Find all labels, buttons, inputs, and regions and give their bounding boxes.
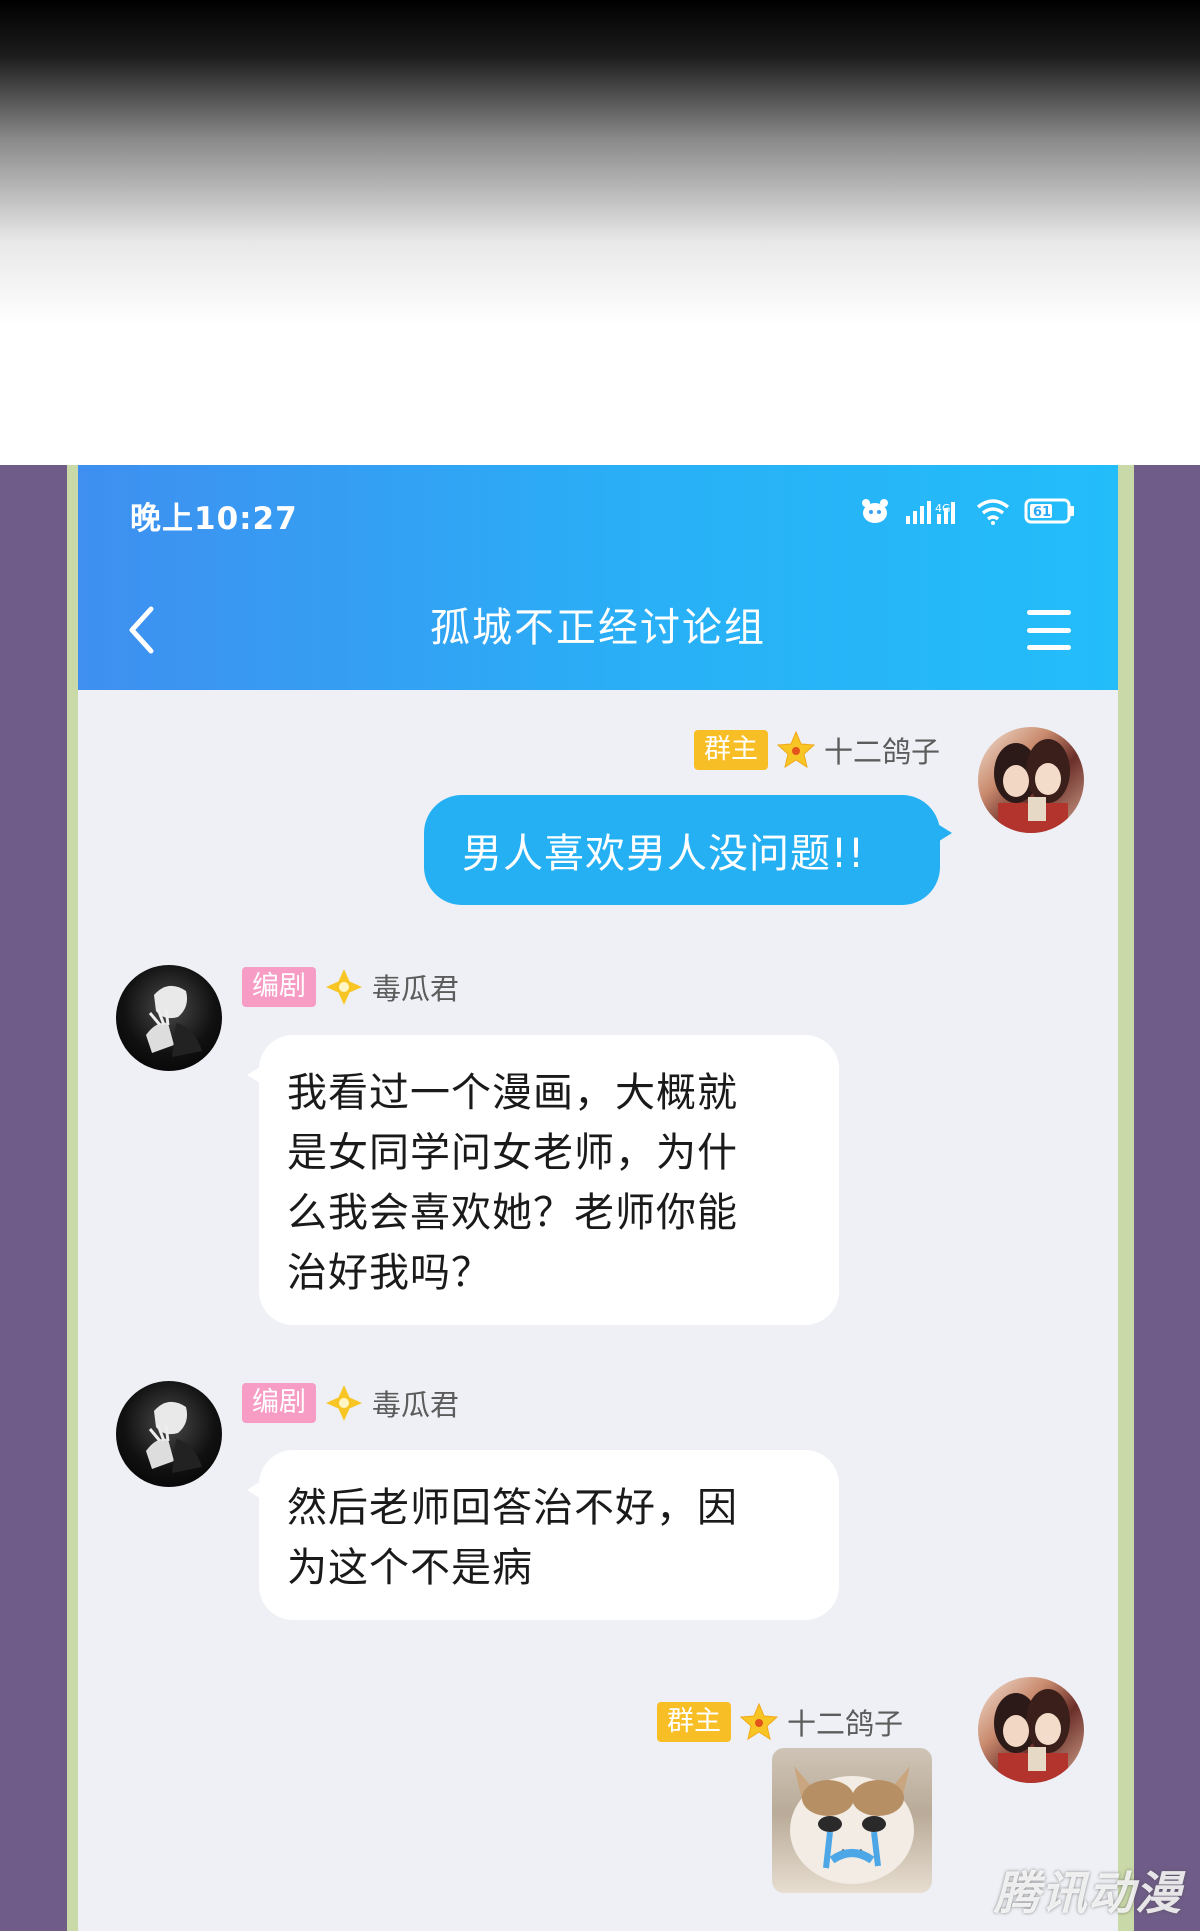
- star-rank-icon: [776, 730, 816, 770]
- diamond-rank-icon: [324, 1383, 364, 1423]
- message-line: 为这个不是病: [287, 1545, 533, 1591]
- sender-name: 十二鸽子: [786, 1707, 903, 1741]
- message-text: 男人喜欢男人没问题!!: [462, 831, 866, 877]
- battery-level: 61: [1033, 505, 1051, 520]
- battery-icon: 61: [1024, 497, 1076, 525]
- pet-icon: [860, 497, 890, 525]
- svg-text:4G: 4G: [935, 502, 951, 515]
- message-line: 然后老师回答治不好，因: [287, 1485, 738, 1531]
- group-owner-badge: 群主: [693, 730, 768, 770]
- message-bubble[interactable]: 男人喜欢男人没问题!!: [424, 795, 952, 905]
- message-line: 我看过一个漫画，大概就: [287, 1070, 738, 1116]
- chat-header: 晚上10:27 4G 61 孤城不正经讨论组: [78, 465, 1118, 690]
- sender-name-row: 编剧 毒瓜君: [242, 1381, 459, 1425]
- avatar[interactable]: [978, 727, 1084, 833]
- avatar[interactable]: [116, 965, 222, 1071]
- chat-title: 孤城不正经讨论组: [430, 605, 766, 651]
- message-line: 么我会喜欢她？老师你能: [287, 1190, 738, 1236]
- star-rank-icon: [739, 1702, 779, 1742]
- group-owner-badge: 群主: [656, 1702, 731, 1742]
- watermark-logo: 腾讯动漫: [994, 1866, 1182, 1920]
- message-line: 是女同学问女老师，为什: [287, 1130, 738, 1176]
- top-fade-overlay: [0, 0, 1200, 465]
- crying-cat-sticker[interactable]: [772, 1748, 932, 1893]
- message-bubble[interactable]: 我看过一个漫画，大概就 是女同学问女老师，为什 么我会喜欢她？老师你能 治好我吗…: [247, 1035, 839, 1325]
- sender-name: 毒瓜君: [372, 1388, 460, 1422]
- wifi-icon: [976, 497, 1010, 525]
- sender-name: 毒瓜君: [372, 972, 460, 1006]
- message-bubble[interactable]: 然后老师回答治不好，因 为这个不是病: [247, 1450, 839, 1620]
- phone-screen: 晚上10:27 4G 61 孤城不正经讨论组 群主 十二鸽子 男人喜欢男人没问题…: [78, 465, 1118, 1931]
- avatar[interactable]: [116, 1381, 222, 1487]
- status-icons: 4G 61: [860, 491, 1076, 531]
- avatar[interactable]: [978, 1677, 1084, 1783]
- writer-badge: 编剧: [242, 1383, 316, 1423]
- diamond-rank-icon: [324, 967, 364, 1007]
- sender-name-row: 群主 十二鸽子: [693, 728, 940, 772]
- sender-name-row: 群主 十二鸽子: [656, 1700, 903, 1744]
- message-line: 治好我吗？: [287, 1250, 492, 1296]
- sender-name: 十二鸽子: [823, 735, 940, 769]
- status-time: 晚上10:27: [130, 501, 298, 537]
- sender-name-row: 编剧 毒瓜君: [242, 965, 459, 1009]
- hamburger-menu-icon[interactable]: [1024, 605, 1074, 655]
- signal-icon: 4G: [904, 496, 962, 526]
- writer-badge: 编剧: [242, 967, 316, 1007]
